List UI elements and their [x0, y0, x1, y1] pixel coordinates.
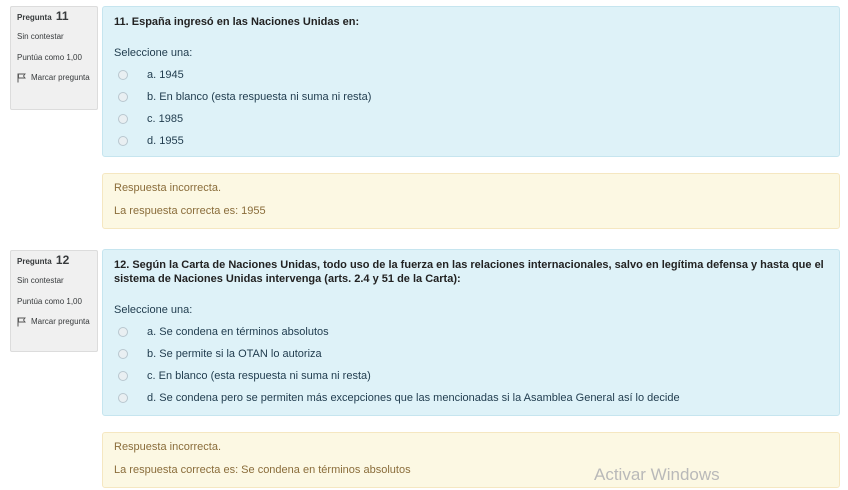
- correct-answer-text: La respuesta correcta es: Se condena en …: [114, 464, 411, 476]
- radio-unchecked-icon[interactable]: [118, 393, 128, 403]
- answer-label: b. Se permite si la OTAN lo autoriza: [147, 348, 322, 360]
- radio-unchecked-icon[interactable]: [118, 70, 128, 80]
- flag-icon: [17, 317, 26, 327]
- radio-unchecked-icon[interactable]: [118, 136, 128, 146]
- answer-list: a. Se condena en términos absolutos b. S…: [114, 321, 828, 409]
- flag-icon: [17, 73, 26, 83]
- question-number-value: 12: [55, 253, 70, 267]
- answer-option[interactable]: a. Se condena en términos absolutos: [114, 321, 828, 343]
- question-label: Pregunta: [17, 257, 52, 266]
- answer-label: c. En blanco (esta respuesta ni suma ni …: [147, 370, 371, 382]
- flag-label: Marcar pregunta: [31, 317, 90, 326]
- flag-question-link[interactable]: Marcar pregunta: [17, 316, 91, 327]
- answer-option[interactable]: d. 1955: [114, 130, 828, 152]
- question-number: Pregunta 11: [17, 9, 91, 23]
- answer-label: a. Se condena en términos absolutos: [147, 326, 329, 338]
- radio-unchecked-icon[interactable]: [118, 92, 128, 102]
- question-content-12: 12. Según la Carta de Naciones Unidas, t…: [102, 249, 840, 416]
- question-number-value: 11: [55, 9, 69, 23]
- question-state: Sin contestar: [17, 276, 64, 285]
- feedback-box-11: Respuesta incorrecta. La respuesta corre…: [102, 173, 840, 229]
- answer-option[interactable]: b. Se permite si la OTAN lo autoriza: [114, 343, 828, 365]
- answer-list: a. 1945 b. En blanco (esta respuesta ni …: [114, 64, 828, 152]
- answer-label: d. Se condena pero se permiten más excep…: [147, 392, 680, 404]
- question-info-12: Pregunta 12 Sin contestar Puntúa como 1,…: [10, 250, 98, 352]
- correct-answer-text: La respuesta correcta es: 1955: [114, 205, 266, 217]
- answer-option[interactable]: b. En blanco (esta respuesta ni suma ni …: [114, 86, 828, 108]
- answer-label: c. 1985: [147, 113, 184, 125]
- question-grade: Puntúa como 1,00: [17, 297, 82, 306]
- flag-question-link[interactable]: Marcar pregunta: [17, 72, 91, 83]
- question-text: 12. Según la Carta de Naciones Unidas, t…: [114, 259, 824, 285]
- answer-prompt: Seleccione una:: [114, 47, 193, 59]
- feedback-status: Respuesta incorrecta.: [114, 182, 221, 194]
- windows-activation-watermark: Activar Windows: [594, 465, 720, 484]
- feedback-box-12: Respuesta incorrecta. La respuesta corre…: [102, 432, 840, 488]
- radio-unchecked-icon[interactable]: [118, 349, 128, 359]
- answer-option[interactable]: c. 1985: [114, 108, 828, 130]
- answer-prompt: Seleccione una:: [114, 304, 193, 316]
- question-number: Pregunta 12: [17, 253, 91, 267]
- question-label: Pregunta: [17, 13, 52, 22]
- question-content-11: 11. España ingresó en las Naciones Unida…: [102, 6, 840, 157]
- question-text: 11. España ingresó en las Naciones Unida…: [114, 16, 360, 28]
- radio-unchecked-icon[interactable]: [118, 114, 128, 124]
- question-info-11: Pregunta 11 Sin contestar Puntúa como 1,…: [10, 6, 98, 110]
- answer-label: b. En blanco (esta respuesta ni suma ni …: [147, 91, 372, 103]
- radio-unchecked-icon[interactable]: [118, 371, 128, 381]
- feedback-status: Respuesta incorrecta.: [114, 441, 221, 453]
- answer-option[interactable]: c. En blanco (esta respuesta ni suma ni …: [114, 365, 828, 387]
- answer-label: d. 1955: [147, 135, 184, 147]
- radio-unchecked-icon[interactable]: [118, 327, 128, 337]
- question-state: Sin contestar: [17, 32, 64, 41]
- answer-option[interactable]: a. 1945: [114, 64, 828, 86]
- answer-option[interactable]: d. Se condena pero se permiten más excep…: [114, 387, 828, 409]
- flag-label: Marcar pregunta: [31, 73, 90, 82]
- answer-label: a. 1945: [147, 69, 184, 81]
- question-grade: Puntúa como 1,00: [17, 53, 82, 62]
